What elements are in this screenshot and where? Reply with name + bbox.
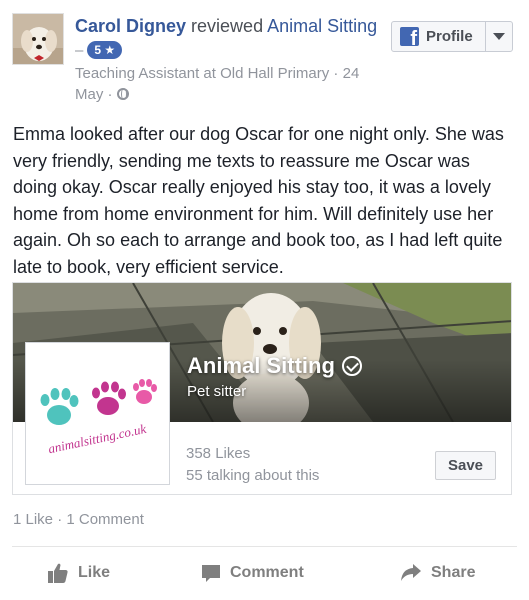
page-stats: 358 Likes 55 talking about this [186, 443, 319, 487]
profile-button-label: Profile [426, 28, 473, 45]
review-headline: Carol Digney reviewed Animal Sitting [75, 15, 377, 37]
logo-text: animalsitting.co.uk [47, 421, 148, 456]
page-logo[interactable]: animalsitting.co.uk [25, 342, 170, 485]
caret-down-icon [493, 33, 505, 40]
page-likes-count: 358 Likes [186, 445, 251, 462]
comment-label: Comment [230, 564, 304, 581]
review-text: Emma looked after our dog Oscar for one … [13, 124, 504, 277]
verified-check-icon [341, 356, 362, 376]
globe-icon[interactable] [116, 88, 129, 100]
like-button[interactable]: Like [47, 558, 110, 588]
rating-line: – 5 ★ [75, 41, 123, 59]
engagement-summary[interactable]: 1 Like · 1 Comment [13, 511, 144, 528]
reviewed-verb: reviewed [191, 16, 264, 36]
facebook-icon: f [400, 27, 419, 46]
profile-dropdown-button[interactable] [486, 22, 512, 51]
profile-button-main[interactable]: f Profile [392, 22, 486, 51]
review-meta: Teaching Assistant at Old Hall Primary ·… [75, 63, 385, 105]
rating-badge: 5 ★ [87, 41, 123, 59]
save-button[interactable]: Save [435, 451, 496, 480]
share-button[interactable]: Share [400, 558, 475, 588]
page-card-name[interactable]: Animal Sitting [187, 353, 335, 379]
action-bar: Like Comment Share [0, 558, 529, 588]
reviewer-name-link[interactable]: Carol Digney [75, 16, 186, 36]
share-label: Share [431, 564, 476, 581]
page-card[interactable]: Animal Sitting Pet sitter animalsitting.… [12, 282, 512, 495]
reviewed-page-link[interactable]: Animal Sitting [267, 16, 377, 36]
share-arrow-icon [401, 564, 421, 581]
rating-dash: – [75, 41, 84, 59]
comment-bubble-icon [202, 565, 220, 582]
paw-print-logo: animalsitting.co.uk [40, 379, 157, 456]
page-talking-count: 55 talking about this [186, 467, 320, 484]
profile-button[interactable]: f Profile [391, 21, 513, 52]
dog-avatar-image [13, 14, 63, 64]
page-card-category: Pet sitter [187, 383, 247, 400]
page-card-title[interactable]: Animal Sitting [187, 353, 362, 379]
magenta-paw-icon [92, 381, 126, 415]
reviewer-avatar[interactable] [12, 13, 64, 65]
comment-button[interactable]: Comment [201, 558, 304, 588]
like-label: Like [78, 564, 111, 581]
action-divider [12, 546, 517, 547]
thumbs-up-icon [48, 563, 68, 583]
pink-paw-icon [133, 379, 157, 404]
teal-paw-icon [40, 388, 79, 425]
